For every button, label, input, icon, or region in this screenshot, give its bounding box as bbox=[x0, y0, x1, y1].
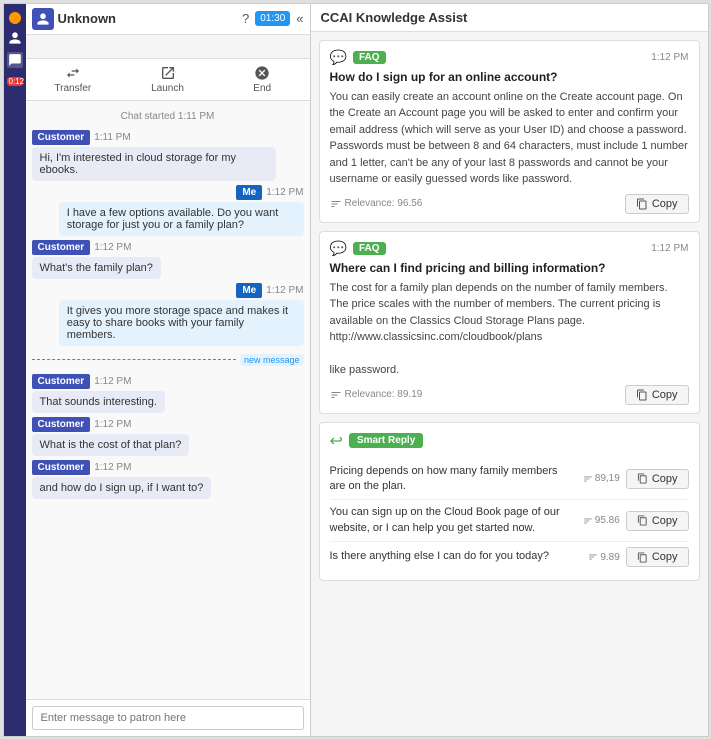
message-input[interactable] bbox=[32, 706, 304, 730]
help-button[interactable]: ? bbox=[242, 11, 249, 26]
chat-started-label: Chat started 1:11 PM bbox=[32, 111, 304, 122]
message-time: 1:12 PM bbox=[94, 419, 131, 430]
copy-button[interactable]: Copy bbox=[626, 547, 689, 567]
card-footer: Relevance: 89.19 Copy bbox=[330, 385, 689, 405]
smart-reply-section: ↩ Smart Reply Pricing depends on how man… bbox=[319, 422, 700, 582]
knowledge-content: 💬 FAQ 1:12 PM How do I sign up for an on… bbox=[311, 32, 708, 736]
list-item: Customer 1:12 PM That sounds interesting… bbox=[32, 374, 304, 413]
message-time: 1:12 PM bbox=[266, 187, 303, 198]
smart-reply-row: Is there anything else I can do for you … bbox=[330, 542, 689, 572]
knowledge-card: 💬 FAQ 1:12 PM How do I sign up for an on… bbox=[319, 40, 700, 223]
faq-badge: FAQ bbox=[353, 242, 386, 255]
message-time: 1:12 PM bbox=[94, 242, 131, 253]
message-time: 1:12 PM bbox=[94, 376, 131, 387]
chat-search-bar bbox=[26, 35, 310, 59]
message-time: 1:12 PM bbox=[94, 462, 131, 473]
card-footer: Relevance: 96.56 Copy bbox=[330, 194, 689, 214]
new-message-divider: new message bbox=[32, 354, 304, 366]
card-title: Where can I find pricing and billing inf… bbox=[330, 261, 689, 275]
chat-header-left: Unknown bbox=[32, 8, 117, 30]
message-author: Customer bbox=[32, 130, 91, 145]
chat-icon[interactable] bbox=[7, 52, 23, 68]
new-message-label: new message bbox=[240, 354, 304, 366]
chat-search-input[interactable] bbox=[32, 40, 304, 52]
knowledge-header: CCAI Knowledge Assist bbox=[311, 4, 708, 32]
message-bubble: Hi, I'm interested in cloud storage for … bbox=[32, 147, 277, 181]
launch-label: Launch bbox=[151, 83, 184, 94]
smart-reply-header: ↩ Smart Reply bbox=[330, 431, 689, 451]
chat-toolbar: Transfer Launch End bbox=[26, 59, 310, 101]
status-dot bbox=[9, 12, 21, 24]
message-author: Customer bbox=[32, 240, 91, 255]
card-top-left: 💬 FAQ bbox=[330, 240, 386, 257]
list-item: Customer 1:12 PM What's the family plan? bbox=[32, 240, 304, 279]
list-item: Customer 1:12 PM What is the cost of tha… bbox=[32, 417, 304, 456]
list-item: Customer 1:11 PM Hi, I'm interested in c… bbox=[32, 130, 304, 181]
message-author: Me bbox=[236, 185, 262, 200]
card-time: 1:12 PM bbox=[651, 243, 688, 254]
card-body: You can easily create an account online … bbox=[330, 89, 689, 188]
smart-reply-score: 89,19 bbox=[575, 473, 620, 484]
relevance-score: Relevance: 96.56 bbox=[330, 198, 423, 210]
relevance-score: Relevance: 89.19 bbox=[330, 389, 423, 401]
message-time: 1:12 PM bbox=[266, 285, 303, 296]
smart-reply-score: 95.86 bbox=[575, 515, 620, 526]
transfer-button[interactable]: Transfer bbox=[26, 62, 121, 97]
copy-button[interactable]: Copy bbox=[625, 194, 689, 214]
card-top-row: 💬 FAQ 1:12 PM bbox=[330, 49, 689, 66]
badge-counter[interactable]: 0:12 bbox=[7, 74, 23, 90]
message-bubble: It gives you more storage space and make… bbox=[59, 300, 304, 346]
knowledge-card: 💬 FAQ 1:12 PM Where can I find pricing a… bbox=[319, 231, 700, 414]
faq-badge: FAQ bbox=[353, 51, 386, 64]
chat-messages: Chat started 1:11 PM Customer 1:11 PM Hi… bbox=[26, 101, 310, 699]
knowledge-panel: CCAI Knowledge Assist 💬 FAQ 1:12 PM How … bbox=[311, 4, 708, 736]
list-item: Customer 1:12 PM and how do I sign up, i… bbox=[32, 460, 304, 499]
list-item: Me 1:12 PM It gives you more storage spa… bbox=[32, 283, 304, 346]
chat-header: Unknown ? 01:30 « bbox=[26, 4, 310, 35]
chat-user-name: Unknown bbox=[58, 11, 117, 26]
badge-label: 0:12 bbox=[7, 77, 23, 86]
collapse-button[interactable]: « bbox=[296, 11, 303, 26]
chat-header-right: ? 01:30 « bbox=[242, 11, 304, 26]
chat-panel: Unknown ? 01:30 « Transfer Launch bbox=[26, 4, 311, 736]
comment-icon: 💬 bbox=[330, 49, 347, 66]
smart-reply-text: You can sign up on the Cloud Book page o… bbox=[330, 505, 569, 536]
message-author: Customer bbox=[32, 460, 91, 475]
message-author: Me bbox=[236, 283, 262, 298]
copy-button[interactable]: Copy bbox=[626, 469, 689, 489]
smart-reply-row: You can sign up on the Cloud Book page o… bbox=[330, 500, 689, 542]
message-bubble: and how do I sign up, if I want to? bbox=[32, 477, 212, 499]
launch-button[interactable]: Launch bbox=[120, 62, 215, 97]
card-title: How do I sign up for an online account? bbox=[330, 70, 689, 84]
card-top-row: 💬 FAQ 1:12 PM bbox=[330, 240, 689, 257]
message-bubble: That sounds interesting. bbox=[32, 391, 165, 413]
message-bubble: I have a few options available. Do you w… bbox=[59, 202, 304, 236]
message-author: Customer bbox=[32, 374, 91, 389]
avatar bbox=[32, 8, 54, 30]
list-item: Me 1:12 PM I have a few options availabl… bbox=[32, 185, 304, 236]
card-top-left: 💬 FAQ bbox=[330, 49, 386, 66]
transfer-label: Transfer bbox=[54, 83, 91, 94]
end-button[interactable]: End bbox=[215, 62, 310, 97]
chat-input-area bbox=[26, 699, 310, 736]
reply-arrow-icon: ↩ bbox=[330, 431, 343, 451]
message-author: Customer bbox=[32, 417, 91, 432]
smart-reply-text: Is there anything else I can do for you … bbox=[330, 549, 569, 564]
smart-reply-score: 9.89 bbox=[575, 552, 620, 563]
person-icon[interactable] bbox=[7, 30, 23, 46]
comment-icon: 💬 bbox=[330, 240, 347, 257]
timer-badge: 01:30 bbox=[255, 11, 290, 26]
message-bubble: What's the family plan? bbox=[32, 257, 161, 279]
smart-reply-badge: Smart Reply bbox=[349, 433, 423, 448]
message-time: 1:11 PM bbox=[94, 132, 131, 143]
copy-button[interactable]: Copy bbox=[626, 511, 689, 531]
smart-reply-row: Pricing depends on how many family membe… bbox=[330, 459, 689, 501]
smart-reply-text: Pricing depends on how many family membe… bbox=[330, 464, 569, 495]
card-body: The cost for a family plan depends on th… bbox=[330, 280, 689, 379]
sidebar: 0:12 bbox=[4, 4, 26, 736]
message-bubble: What is the cost of that plan? bbox=[32, 434, 190, 456]
card-time: 1:12 PM bbox=[651, 52, 688, 63]
copy-button[interactable]: Copy bbox=[625, 385, 689, 405]
end-label: End bbox=[253, 83, 271, 94]
